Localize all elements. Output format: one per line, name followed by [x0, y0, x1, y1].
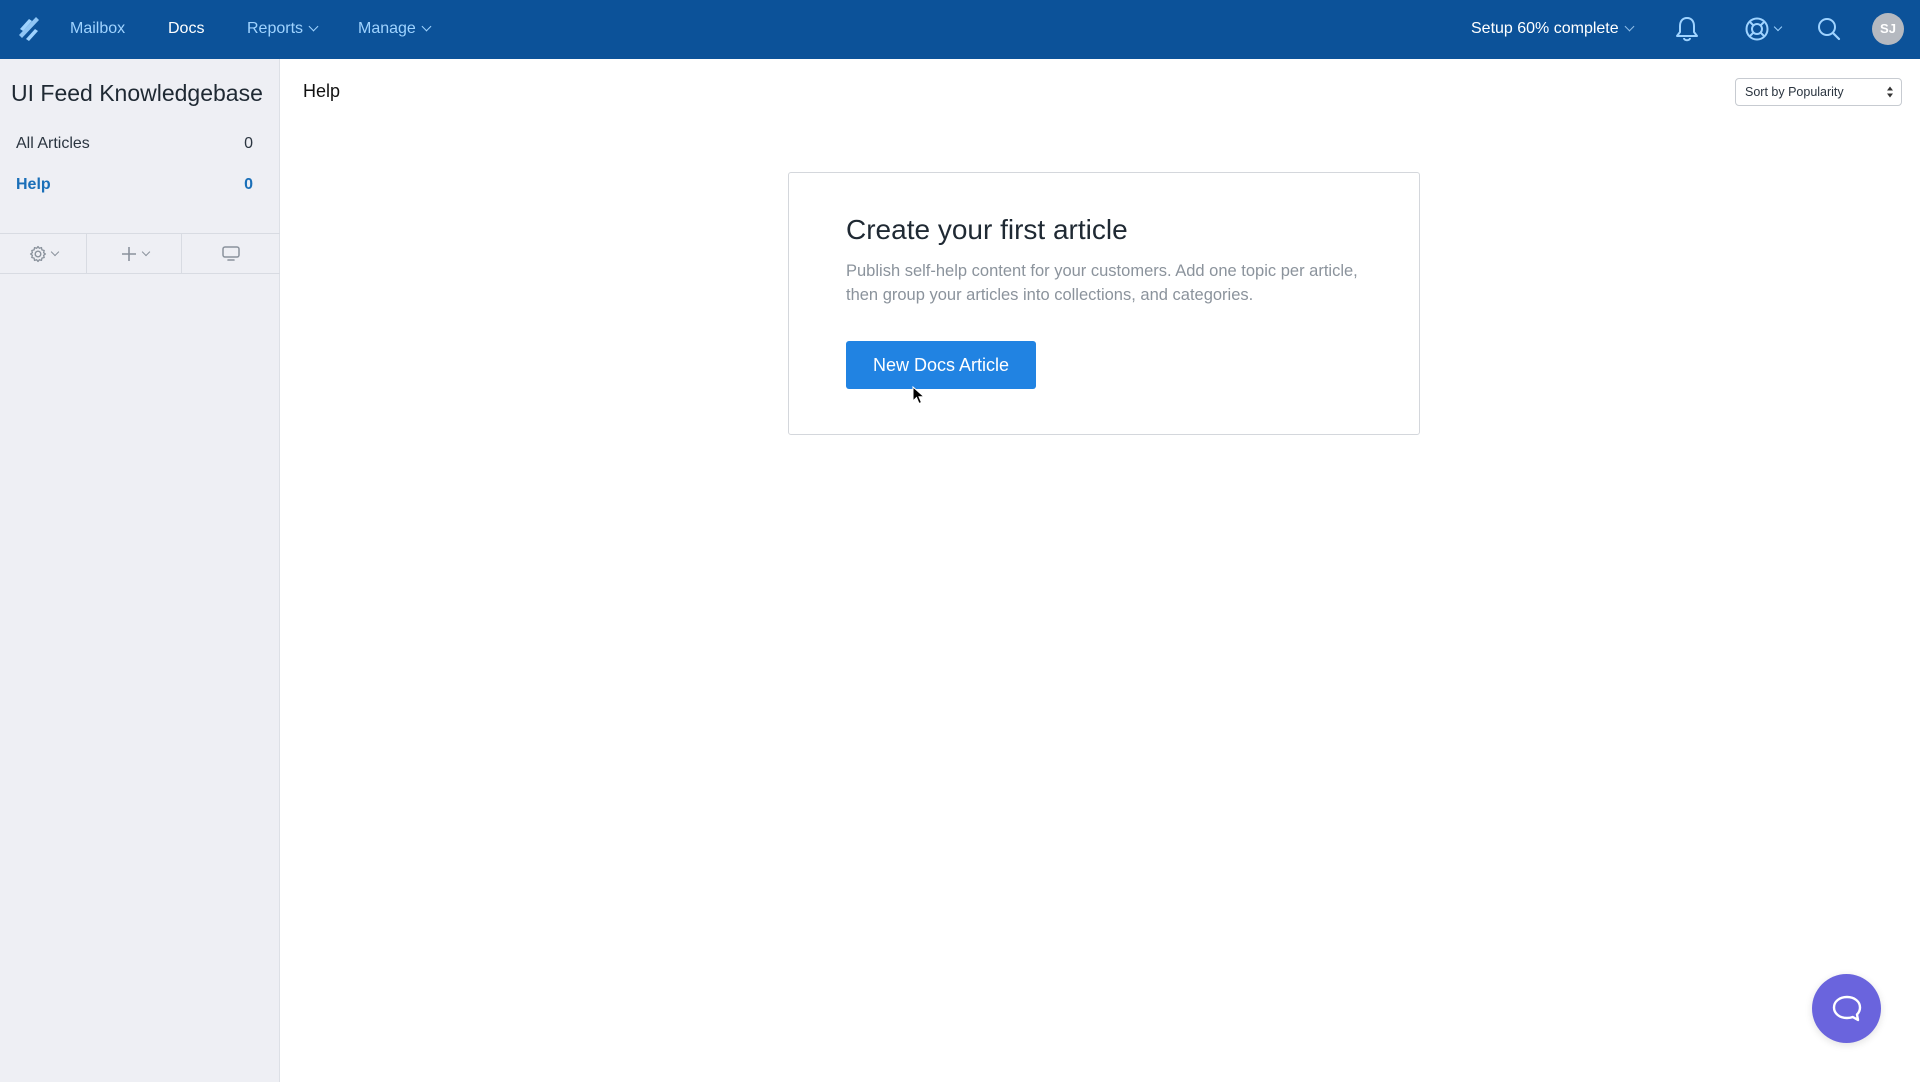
- sidebar-item-label: Help: [16, 176, 51, 193]
- lifebuoy-help-icon: [1745, 17, 1769, 41]
- helpscout-logo-icon[interactable]: [16, 16, 42, 42]
- setup-progress-label: Setup 60% complete: [1471, 20, 1619, 37]
- empty-state-description: Publish self-help content for your custo…: [846, 262, 1358, 304]
- chevron-down-icon: [50, 247, 59, 256]
- empty-state-card: Create your first article Publish self-h…: [788, 172, 1420, 435]
- nav-reports-label: Reports: [247, 20, 304, 37]
- nav-mailbox-label: Mailbox: [70, 20, 126, 37]
- chevron-down-icon: [1773, 22, 1783, 32]
- chat-bubble-icon: [1832, 995, 1861, 1021]
- help-menu-button[interactable]: [1744, 15, 1783, 43]
- mouse-cursor-icon: [912, 386, 926, 405]
- sidebar-item-all-articles[interactable]: All Articles 0: [0, 127, 280, 161]
- nav-docs[interactable]: Docs: [168, 0, 204, 59]
- add-dropdown-button[interactable]: [87, 234, 182, 273]
- sort-select[interactable]: Sort by Popularity: [1735, 78, 1902, 106]
- sidebar-toolbar: [0, 233, 280, 274]
- settings-dropdown-button[interactable]: [0, 234, 87, 273]
- page-title: Help: [303, 81, 341, 101]
- sidebar-item-label: All Articles: [16, 135, 90, 152]
- plus-icon: [121, 246, 136, 261]
- chevron-down-icon: [141, 247, 150, 256]
- setup-progress-dropdown[interactable]: Setup 60% complete: [1471, 0, 1635, 59]
- view-site-button[interactable]: [182, 234, 280, 273]
- chevron-down-icon: [421, 21, 432, 32]
- avatar-initials: SJ: [1880, 21, 1896, 36]
- chevron-down-icon: [308, 21, 319, 32]
- sidebar-item-count: 0: [244, 135, 253, 152]
- nav-mailbox[interactable]: Mailbox: [70, 0, 125, 59]
- chat-beacon-button[interactable]: [1812, 974, 1881, 1043]
- nav-manage-label: Manage: [358, 20, 416, 37]
- notifications-button[interactable]: [1674, 15, 1700, 43]
- nav-manage[interactable]: Manage: [358, 0, 432, 59]
- empty-state-title: Create your first article: [846, 214, 1128, 245]
- sort-select-value: Sort by Popularity: [1745, 85, 1844, 99]
- knowledgebase-title: UI Feed Knowledgebase: [11, 80, 263, 106]
- chevron-down-icon: [1624, 21, 1635, 32]
- monitor-icon: [222, 245, 240, 261]
- select-arrows-icon: [1887, 86, 1893, 98]
- search-button[interactable]: [1816, 15, 1842, 43]
- nav-reports[interactable]: Reports: [247, 0, 319, 59]
- new-docs-article-button[interactable]: New Docs Article: [846, 341, 1036, 389]
- user-avatar[interactable]: SJ: [1872, 13, 1904, 45]
- search-icon: [1818, 18, 1841, 41]
- sidebar: UI Feed Knowledgebase All Articles 0 Hel…: [0, 59, 280, 1082]
- sidebar-item-count: 0: [244, 176, 253, 193]
- sidebar-item-help[interactable]: Help 0: [0, 168, 280, 202]
- bell-icon: [1676, 17, 1698, 42]
- top-navigation-bar: Mailbox Docs Reports Manage Setup 60% co…: [0, 0, 1920, 59]
- gear-icon: [29, 245, 46, 262]
- nav-docs-label: Docs: [168, 20, 205, 37]
